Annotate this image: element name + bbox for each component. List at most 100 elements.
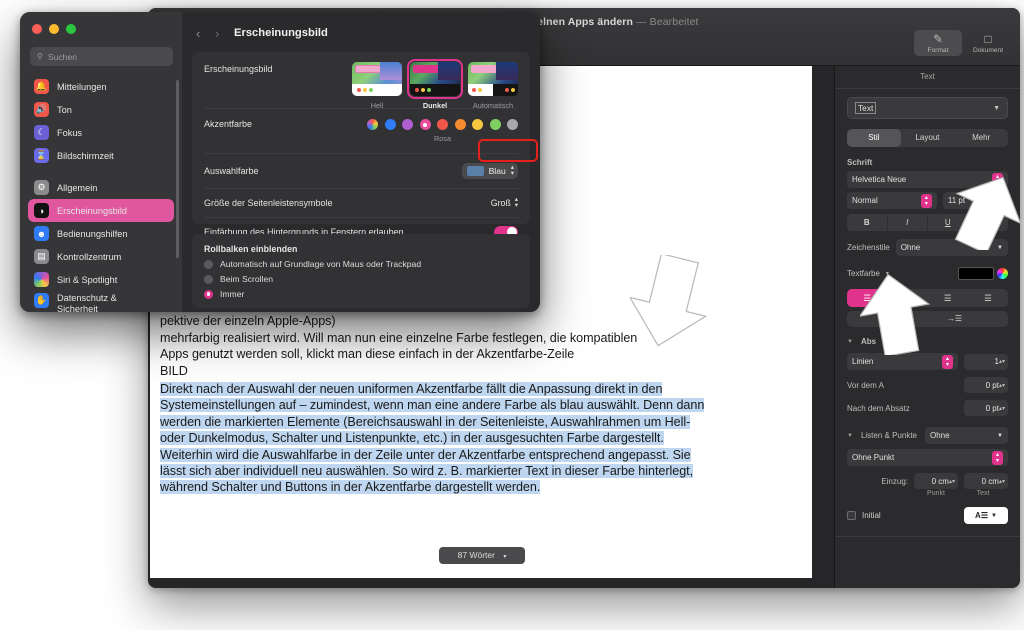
paragraph-style-selector[interactable]: Text ▼ [847,97,1008,119]
italic-button[interactable]: I [888,214,928,231]
underline-button[interactable]: U [928,214,969,231]
text-color-swatch[interactable] [958,267,994,280]
linien-field[interactable]: Linien ▴ ▾ [847,353,958,370]
sidebar-item-datenschutz-sicherheit[interactable]: ✋ Datenschutz & Sicherheit [28,291,174,312]
font-weight-field[interactable]: Normal ▴ ▾ [847,192,937,209]
tab-mehr[interactable]: Mehr [954,129,1008,147]
absatz-label: Abs [860,337,877,346]
dark-mode-thumbnail[interactable] [407,59,463,99]
sidebar-scrollbar[interactable] [176,80,179,258]
sidebar-item-bildschirmzeit[interactable]: ⌛ Bildschirmzeit [28,144,174,167]
font-weight-stepper-icon[interactable]: ▴ ▾ [920,193,932,208]
accent-swatch-green[interactable] [489,119,501,130]
format-button[interactable]: ✎ Format [914,30,962,56]
align-left-button[interactable]: ☰ [847,289,888,307]
rollbalken-option-automatisch[interactable]: Automatisch auf Grundlage von Maus oder … [204,259,518,269]
einzug-punkt-field[interactable]: 0 cm ▴▾ [914,473,958,489]
zeichenstile-value: Ohne [900,243,921,252]
radio-button[interactable] [204,259,213,269]
color-wheel-icon[interactable] [997,268,1008,279]
stepper-icon[interactable]: ▴▾ [999,382,1005,389]
sidebar-item-ton[interactable]: 🔊 Ton [28,98,174,121]
font-family-field[interactable]: Helvetica Neue ▴ ▾ [847,171,1008,188]
bullet-style-field[interactable]: Ohne Punkt ▴ ▾ [847,449,1008,466]
align-right-button[interactable]: ☰ [928,289,968,307]
listen-punkte-field[interactable]: Ohne ▼ [925,427,1008,444]
initial-style-button[interactable]: A☰ ▼ [964,507,1008,524]
nach-dem-absatz-field[interactable]: 0 pt ▴▾ [964,400,1008,416]
radio-button[interactable] [204,274,213,284]
seitenleistensymbole-popup-button[interactable]: Groß ▴ ▾ [491,196,518,209]
accent-swatch-yellow[interactable] [472,119,483,130]
forward-arrow-icon[interactable]: › [215,26,219,41]
disclosure-triangle-icon[interactable]: ▼ [847,339,853,345]
align-center-button[interactable]: ☰ [887,289,927,307]
accent-swatch-orange[interactable] [454,119,466,130]
light-mode-thumbnail[interactable] [352,62,402,96]
font-family-stepper-icon[interactable]: ▴ ▾ [992,172,1003,187]
disclosure-triangle-icon[interactable]: ▼ [847,433,853,439]
vor-dem-absatz-field[interactable]: 0 pt ▴▾ [964,377,1008,393]
sidebar-item-mitteilungen[interactable]: 🔔 Mitteilungen [28,75,174,98]
accent-swatch-graphite[interactable] [507,119,518,130]
accent-swatch-purple[interactable] [402,119,413,130]
rollbalken-option-label: Automatisch auf Grundlage von Maus oder … [220,259,422,269]
sidebar-item-bedienungshilfen[interactable]: ☻ Bedienungshilfen [28,222,174,245]
absatz-section-header[interactable]: ▼ Abs [847,337,1008,346]
bullet-style-stepper-icon[interactable]: ▴ ▾ [992,450,1003,465]
close-button[interactable] [32,24,42,34]
back-arrow-icon[interactable]: ‹ [196,26,200,41]
sidebar-item-erscheinungsbild[interactable]: ◑ Erscheinungsbild [28,199,174,222]
chevron-updown-icon[interactable]: ▾ [886,270,889,277]
bullet-style-value: Ohne Punkt [852,453,895,462]
paragraph-accent-cont[interactable]: mehrfarbig realisiert wird. Will man nun… [160,330,637,379]
radio-button[interactable] [204,289,213,299]
auswahlfarbe-popup-button[interactable]: Blau ▴ ▾ [461,163,518,179]
search-input[interactable]: ⚲ Suchen [30,47,173,66]
indent-buttons[interactable]: →☰ [847,311,1008,327]
sidebar-item-label: Fokus [57,127,83,138]
appearance-option-dunkel[interactable]: Dunkel [407,59,463,110]
einzug-text-field[interactable]: 0 cm ▴▾ [964,473,1008,489]
stepper-icon[interactable]: ▴▾ [999,358,1005,365]
accent-swatch-blue[interactable] [384,119,396,130]
font-size-stepper-icon[interactable]: ▴ ▾ [992,193,1003,208]
initial-checkbox[interactable] [847,511,856,520]
dokument-button[interactable]: □ Dokument [964,30,1012,56]
stepper-icon[interactable]: ▴▾ [949,478,955,485]
rollbalken-option-beim-scrollen[interactable]: Beim Scrollen [204,274,518,284]
einzug-row: Einzug: 0 cm ▴▾ 0 cm ▴▾ [847,473,1008,489]
stepper-icon[interactable]: ▴▾ [999,405,1005,412]
settings-sidebar-list: 🔔 Mitteilungen 🔊 Ton ☾ Fokus ⌛ Bildschir… [20,75,182,312]
sidebar-item-label: Erscheinungsbild [57,205,127,216]
sidebar-item-siri-spotlight[interactable]: Siri & Spotlight [28,268,174,291]
word-count-pill[interactable]: 87 Wörter ▾ [439,547,525,564]
rollbalken-option-immer[interactable]: Immer [204,289,518,299]
tab-stil[interactable]: Stil [847,129,901,147]
system-settings-window: ⚲ Suchen 🔔 Mitteilungen 🔊 Ton ☾ Fokus ⌛ [20,12,540,312]
bold-button[interactable]: B [847,214,888,231]
linien-stepper-icon[interactable]: ▴ ▾ [942,354,953,369]
appearance-option-automatisch[interactable]: Automatisch [468,62,518,110]
sidebar-item-allgemein[interactable]: ⚙ Allgemein [28,176,174,199]
auto-mode-thumbnail[interactable] [468,62,518,96]
maximize-button[interactable] [66,24,76,34]
editor-toolbar-right: ✎ Format □ Dokument [914,30,1012,56]
zeichenstile-field[interactable]: Ohne ▼ [895,239,1008,256]
stepper-icon[interactable]: ▴▾ [999,478,1005,485]
paragraph-highlighted-selection[interactable]: Direkt nach der Auswahl der neuen unifor… [160,381,704,496]
strikethrough-button[interactable]: S [969,214,1009,231]
linien-value-field[interactable]: 1 ▴▾ [964,353,1008,370]
sidebar-item-kontrollzentrum[interactable]: ▤ Kontrollzentrum [28,245,174,268]
tab-layout[interactable]: Layout [901,129,955,147]
accent-swatch-red[interactable] [437,119,448,130]
font-size-field[interactable]: 11 pt ▴ ▾ [942,192,1008,209]
sidebar-item-fokus[interactable]: ☾ Fokus [28,121,174,144]
align-justify-button[interactable]: ☰ [968,289,1008,307]
accent-swatch-pink[interactable] [419,119,431,130]
minimize-button[interactable] [49,24,59,34]
accent-swatch-multicolor[interactable] [367,119,378,130]
appearance-option-hell[interactable]: Hell [352,62,402,110]
paragraph-line: BILD [160,363,188,378]
paragraph-line: lässt sich aber individuell neu auswähle… [160,464,694,479]
